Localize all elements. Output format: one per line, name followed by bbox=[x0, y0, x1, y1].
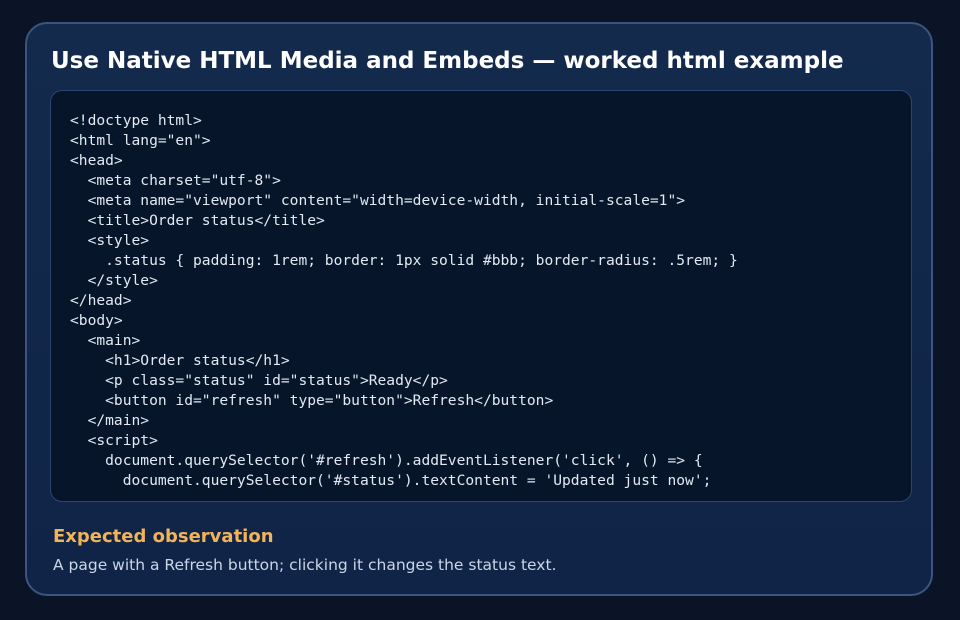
code-line: <p class="status" id="status">Ready</p> bbox=[70, 372, 448, 389]
code-line: <script> bbox=[70, 432, 158, 449]
code-line: <head> bbox=[70, 152, 123, 169]
code-line: <style> bbox=[70, 232, 150, 249]
code-line: <h1>Order status</h1> bbox=[70, 352, 290, 369]
code-line: </main> bbox=[70, 412, 150, 429]
observation-heading: Expected observation bbox=[53, 526, 274, 547]
code-line: document.querySelector('#refresh').addEv… bbox=[70, 452, 703, 469]
code-panel: <!doctype html> <html lang="en"> <head> <m… bbox=[50, 90, 912, 502]
code-line: <button id="refresh" type="button">Refre… bbox=[70, 392, 554, 409]
code-line: </style> bbox=[70, 272, 158, 289]
code-line: .status { padding: 1rem; border: 1px sol… bbox=[70, 252, 738, 269]
code-line: <!doctype html> bbox=[70, 112, 202, 129]
code-block: <!doctype html> <html lang="en"> <head> <m… bbox=[51, 91, 911, 491]
code-line: <meta charset="utf-8"> bbox=[70, 172, 281, 189]
code-line: <main> bbox=[70, 332, 141, 349]
code-line: <title>Order status</title> bbox=[70, 212, 325, 229]
observation-text: A page with a Refresh button; clicking i… bbox=[53, 556, 557, 574]
card-title: Use Native HTML Media and Embeds — worke… bbox=[51, 48, 844, 74]
code-line: <html lang="en"> bbox=[70, 132, 211, 149]
code-line: <body> bbox=[70, 312, 123, 329]
code-line: </head> bbox=[70, 292, 132, 309]
code-line: <meta name="viewport" content="width=dev… bbox=[70, 192, 686, 209]
code-line: document.querySelector('#status').textCo… bbox=[70, 472, 712, 489]
example-card: Use Native HTML Media and Embeds — worke… bbox=[25, 22, 933, 596]
